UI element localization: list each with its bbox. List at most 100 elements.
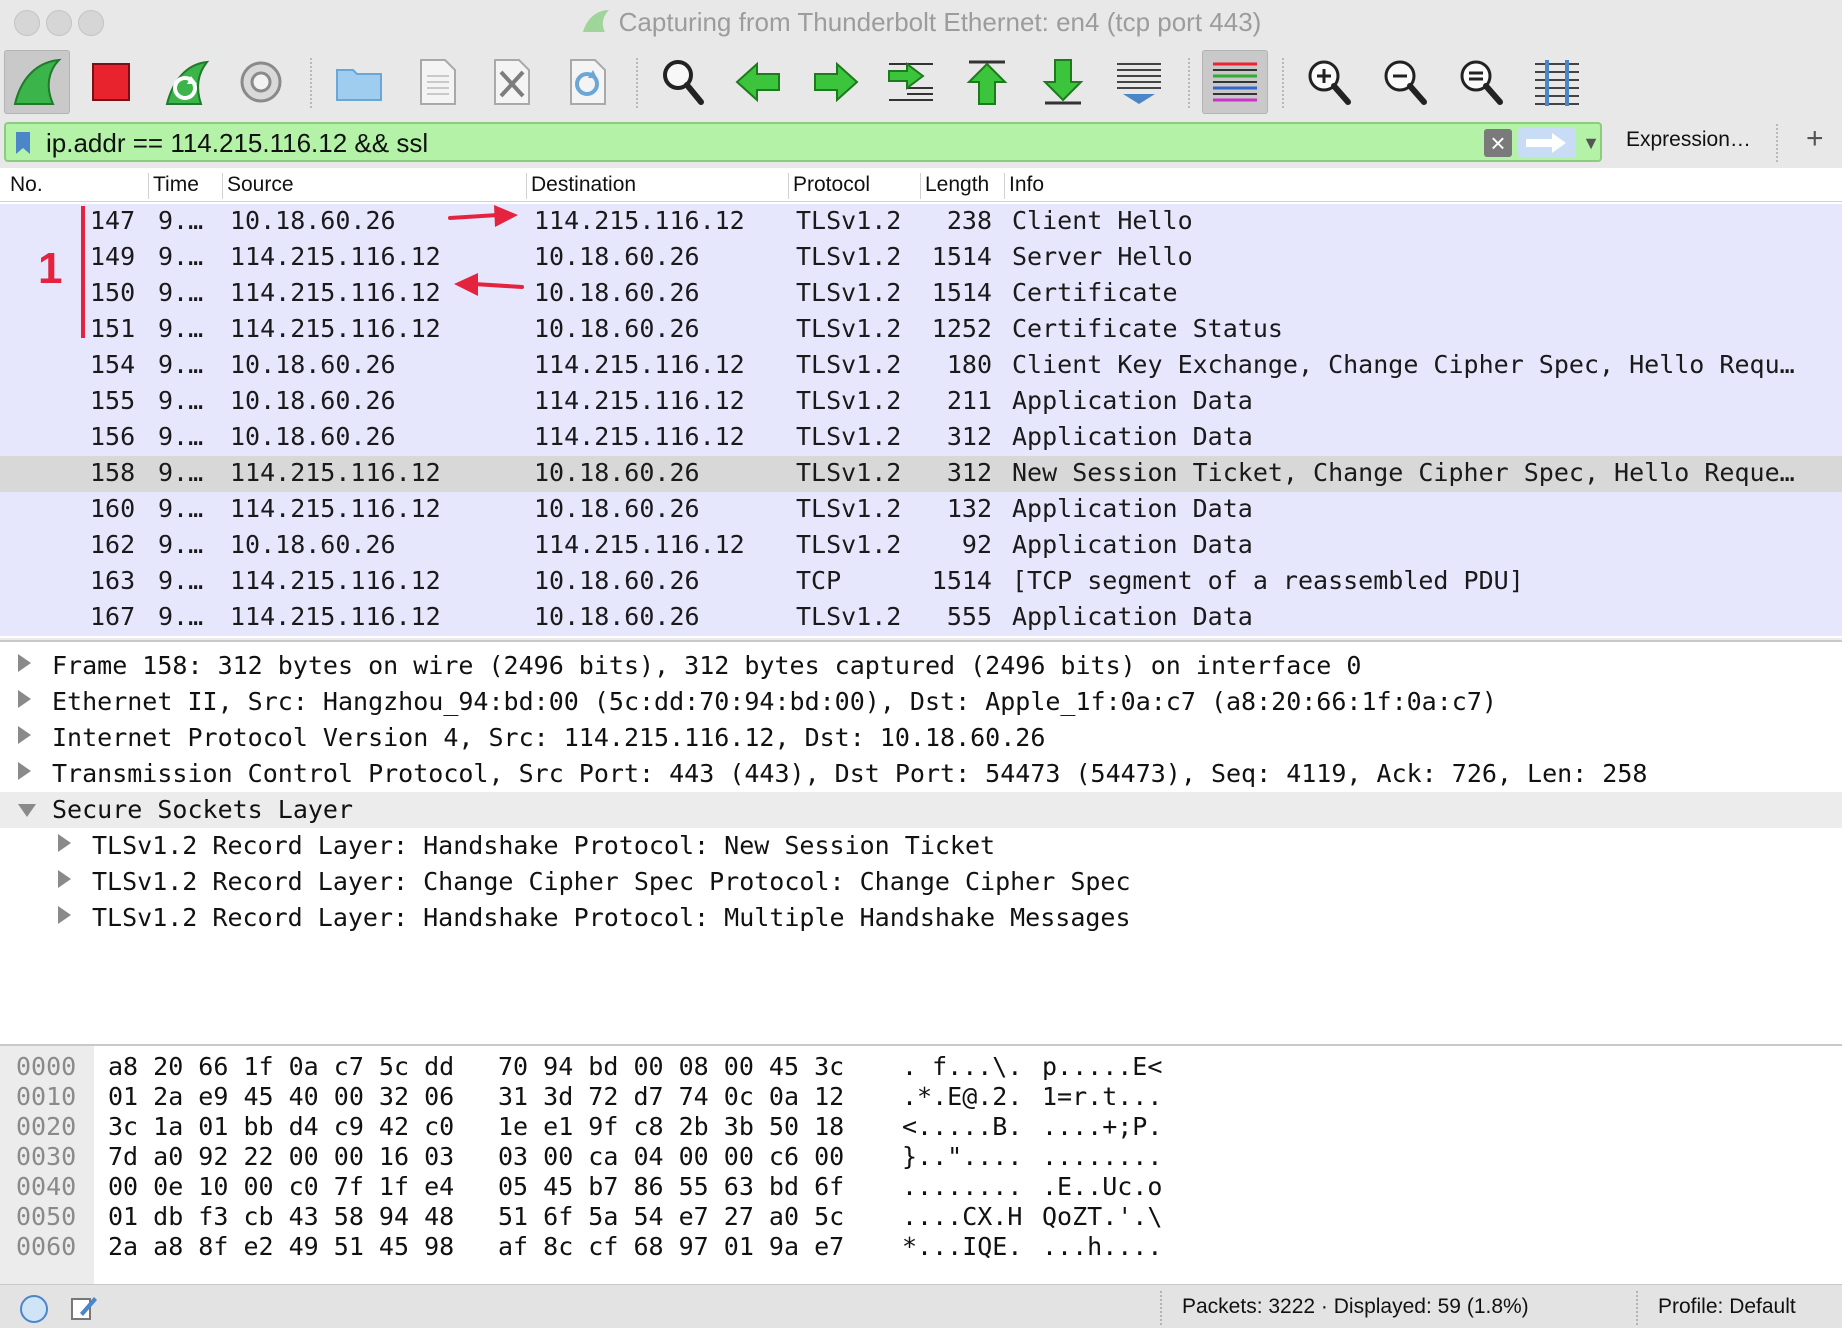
detail-tree-item[interactable]: Transmission Control Protocol, Src Port:… [0,756,1842,792]
display-filter-input[interactable] [46,127,1466,159]
detail-tree-item[interactable]: Ethernet II, Src: Hangzhou_94:bd:00 (5c:… [0,684,1842,720]
table-row[interactable]: 162 9.… 10.18.60.26 114.215.116.12 TLSv1.2 92… [0,528,1842,564]
go-forward-button[interactable] [802,50,868,114]
apply-filter-button[interactable] [1518,128,1576,158]
byte-hex-group[interactable]: 05 45 b7 86 55 63 bd 6f [498,1172,844,1201]
byte-ascii-group[interactable]: . f...\. [902,1052,1022,1081]
detail-tree-child-item[interactable]: TLSv1.2 Record Layer: Handshake Protocol… [0,900,1842,936]
toolbar-separator [1282,58,1284,108]
colorize-button[interactable] [1202,50,1268,114]
byte-hex-group[interactable]: 03 00 ca 04 00 00 c6 00 [498,1142,844,1171]
close-file-button[interactable] [478,50,544,114]
restart-capture-button[interactable] [154,50,220,114]
byte-hex-group[interactable]: a8 20 66 1f 0a c7 5c dd [108,1052,454,1081]
table-row[interactable]: 154 9.… 10.18.60.26 114.215.116.12 TLSv1.2 18… [0,348,1842,384]
find-packet-button[interactable] [650,50,716,114]
capture-comment-icon[interactable] [70,1293,98,1321]
reload-file-button[interactable] [554,50,620,114]
disclosure-closed-icon[interactable] [58,870,71,888]
go-first-button[interactable] [954,50,1020,114]
disclosure-closed-icon[interactable] [18,654,31,672]
detail-tree-item[interactable]: Internet Protocol Version 4, Src: 114.21… [0,720,1842,756]
byte-ascii-group[interactable]: ........ [902,1172,1022,1201]
byte-ascii-group[interactable]: }..".... [902,1142,1022,1171]
zoom-in-button[interactable] [1296,50,1362,114]
column-header-length[interactable]: Length [920,173,998,199]
disclosure-closed-icon[interactable] [58,834,71,852]
expert-info-icon[interactable] [20,1295,48,1323]
byte-ascii-group[interactable]: QoZT.'.\ [1042,1202,1162,1231]
column-header-protocol[interactable]: Protocol [788,173,870,199]
detail-tree-item[interactable]: Frame 158: 312 bytes on wire (2496 bits)… [0,648,1842,684]
table-row[interactable]: 150 9.… 114.215.116.12 10.18.60.26 TLSv1.2 15… [0,276,1842,312]
main-toolbar [0,46,1842,118]
open-file-button[interactable] [326,50,392,114]
detail-tree-child-item[interactable]: TLSv1.2 Record Layer: Handshake Protocol… [0,828,1842,864]
table-row[interactable]: 147 9.… 10.18.60.26 114.215.116.12 TLSv1.2 23… [0,204,1842,240]
disclosure-open-icon[interactable] [18,804,36,817]
table-row[interactable]: 155 9.… 10.18.60.26 114.215.116.12 TLSv1.2 21… [0,384,1842,420]
byte-ascii-group[interactable]: ....+;P. [1042,1112,1162,1141]
go-to-packet-button[interactable] [878,50,944,114]
capture-options-button[interactable] [228,50,294,114]
column-header-destination[interactable]: Destination [526,173,636,199]
table-row[interactable]: 149 9.… 114.215.116.12 10.18.60.26 TLSv1.2 15… [0,240,1842,276]
clear-filter-button[interactable]: × [1484,129,1512,157]
table-row[interactable]: 163 9.… 114.215.116.12 10.18.60.26 TCP 1514 [T… [0,564,1842,600]
byte-ascii-group[interactable]: 1=r.t... [1042,1082,1162,1111]
packet-info: [TCP segment of a reassembled PDU] [1012,566,1524,595]
byte-hex-group[interactable]: 01 2a e9 45 40 00 32 06 [108,1082,454,1111]
byte-ascii-group[interactable]: p.....E< [1042,1052,1162,1081]
disclosure-closed-icon[interactable] [18,762,31,780]
table-row[interactable]: 156 9.… 10.18.60.26 114.215.116.12 TLSv1.2 31… [0,420,1842,456]
packet-length: 555 [946,602,992,631]
window-title-area: Capturing from Thunderbolt Ethernet: en4… [0,7,1842,38]
column-header-info[interactable]: Info [1004,173,1044,199]
table-row[interactable]: 167 9.… 114.215.116.12 10.18.60.26 TLSv1.2 55… [0,600,1842,636]
byte-hex-group[interactable]: 70 94 bd 00 08 00 45 3c [498,1052,844,1081]
byte-hex-group[interactable]: 7d a0 92 22 00 00 16 03 [108,1142,454,1171]
column-header-no[interactable]: No. [6,173,43,199]
byte-ascii-group[interactable]: <.....B. [902,1112,1022,1141]
column-header-time[interactable]: Time [148,173,199,199]
byte-ascii-group[interactable]: ........ [1042,1142,1162,1171]
add-filter-button[interactable]: + [1806,122,1824,156]
byte-hex-group[interactable]: 51 6f 5a 54 e7 27 a0 5c [498,1202,844,1231]
start-capture-button[interactable] [4,50,70,114]
go-last-button[interactable] [1030,50,1096,114]
byte-hex-group[interactable]: 1e e1 9f c8 2b 3b 50 18 [498,1112,844,1141]
table-row[interactable]: 151 9.… 114.215.116.12 10.18.60.26 TLSv1.2 12… [0,312,1842,348]
byte-hex-group[interactable]: 00 0e 10 00 c0 7f 1f e4 [108,1172,454,1201]
expression-button[interactable]: Expression… [1626,128,1751,152]
recent-filters-dropdown[interactable]: ▼ [1578,128,1604,158]
byte-hex-group[interactable]: 3c 1a 01 bb d4 c9 42 c0 [108,1112,454,1141]
byte-ascii-group[interactable]: *...IQE. [902,1232,1022,1261]
disclosure-closed-icon[interactable] [18,690,31,708]
zoom-normal-button[interactable] [1448,50,1514,114]
zoom-out-button[interactable] [1372,50,1438,114]
byte-hex-group[interactable]: af 8c cf 68 97 01 9a e7 [498,1232,844,1261]
stop-capture-button[interactable] [78,50,144,114]
packet-no: 150 [90,278,136,307]
byte-ascii-group[interactable]: .*.E@.2. [902,1082,1022,1111]
byte-hex-group[interactable]: 31 3d 72 d7 74 0c 0a 12 [498,1082,844,1111]
column-header-source[interactable]: Source [222,173,294,199]
profile-status[interactable]: Profile: Default [1658,1295,1796,1319]
autoscroll-button[interactable] [1106,50,1172,114]
byte-ascii-group[interactable]: ...h.... [1042,1232,1162,1261]
go-back-button[interactable] [726,50,792,114]
packet-no: 167 [90,602,136,631]
byte-ascii-group[interactable]: ....CX.H [902,1202,1022,1231]
bookmark-icon[interactable] [14,130,32,156]
table-row[interactable]: 158 9.… 114.215.116.12 10.18.60.26 TLSv1.2 31… [0,456,1842,492]
save-file-button[interactable] [404,50,470,114]
byte-ascii-group[interactable]: .E..Uc.o [1042,1172,1162,1201]
disclosure-closed-icon[interactable] [58,906,71,924]
byte-hex-group[interactable]: 2a a8 8f e2 49 51 45 98 [108,1232,454,1261]
table-row[interactable]: 160 9.… 114.215.116.12 10.18.60.26 TLSv1.2 13… [0,492,1842,528]
detail-tree-child-item[interactable]: TLSv1.2 Record Layer: Change Cipher Spec… [0,864,1842,900]
detail-tree-item[interactable]: Secure Sockets Layer [0,792,1842,828]
resize-columns-button[interactable] [1524,50,1590,114]
byte-hex-group[interactable]: 01 db f3 cb 43 58 94 48 [108,1202,454,1231]
disclosure-closed-icon[interactable] [18,726,31,744]
